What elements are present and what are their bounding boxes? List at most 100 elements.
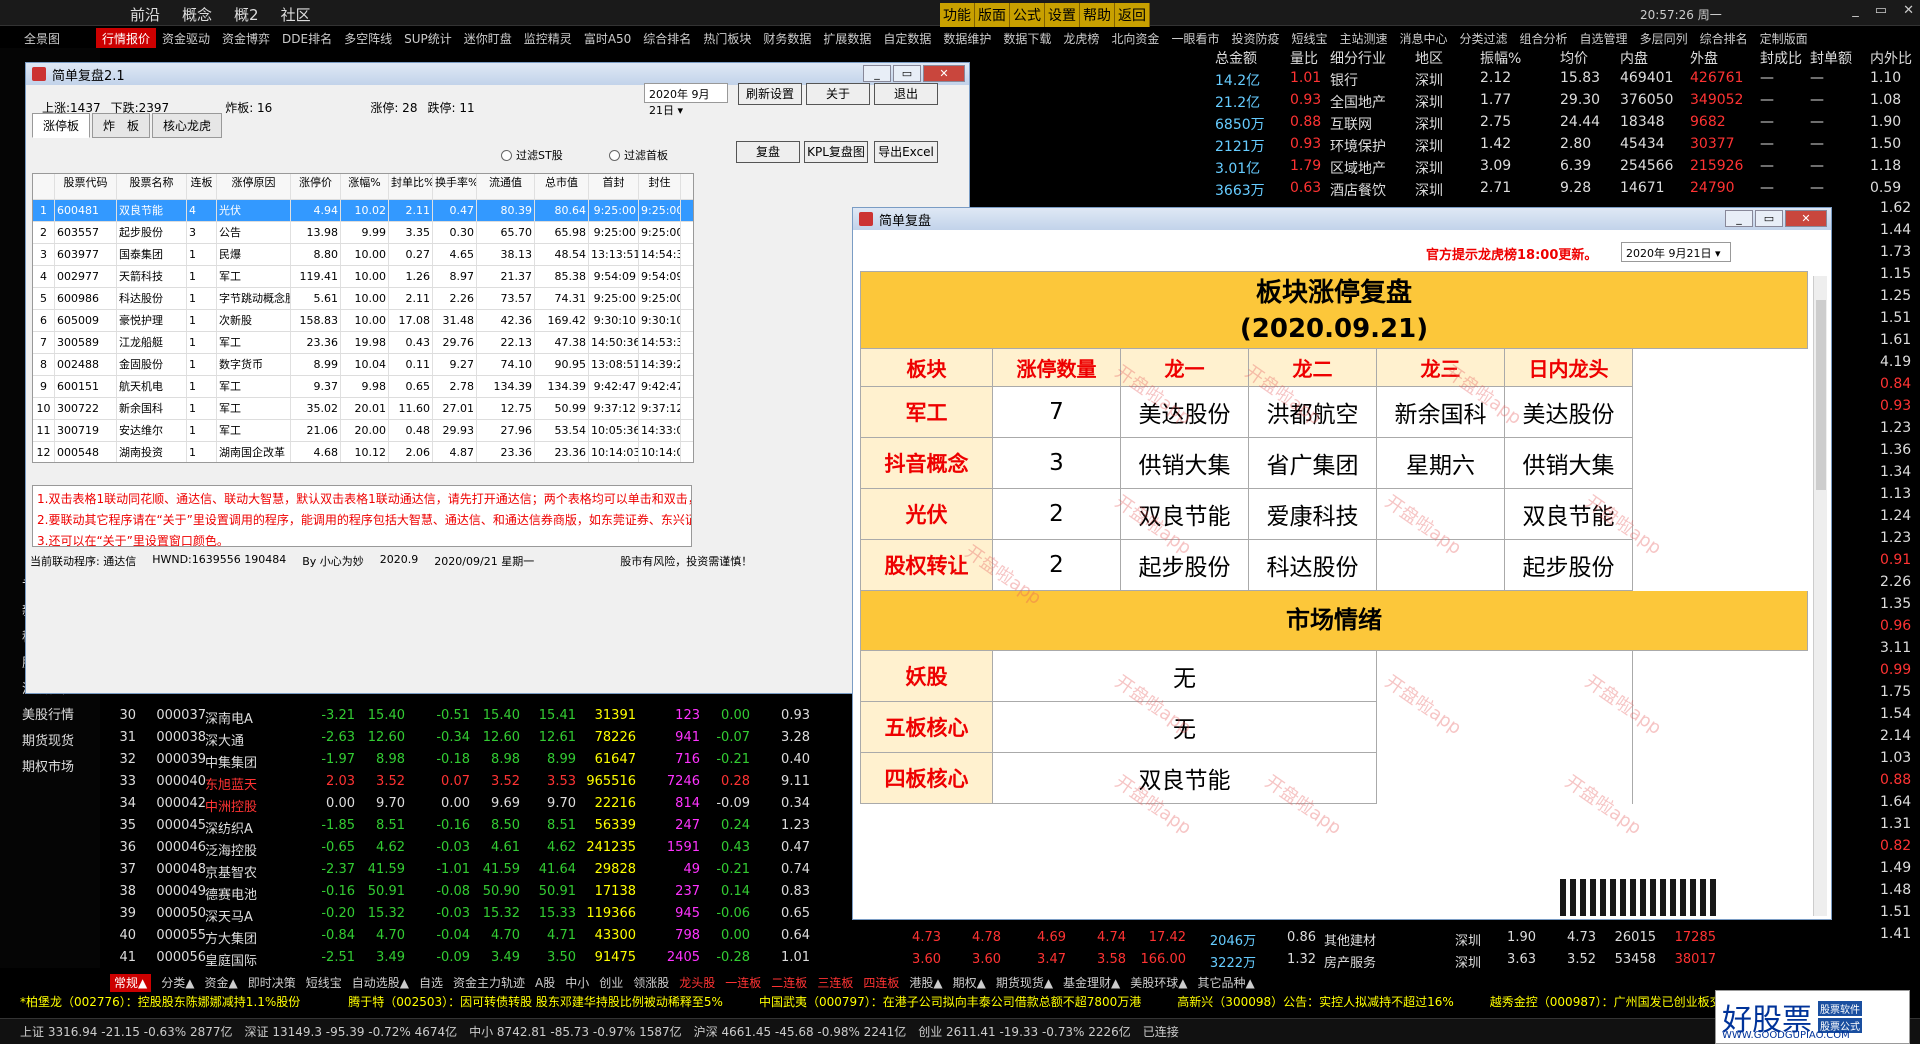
menu-tab[interactable]: 行情报价: [96, 28, 157, 48]
bottom-tab[interactable]: 自选: [419, 974, 443, 992]
bottom-tab[interactable]: 资金主力轨迹: [453, 974, 525, 992]
menu-tab[interactable]: 数据维护: [937, 28, 997, 48]
menu-tab[interactable]: 富时A50: [578, 28, 637, 48]
column-header[interactable]: [33, 174, 55, 199]
menu-tab[interactable]: 定制版面: [1754, 28, 1814, 48]
bottom-tab[interactable]: 短线宝: [306, 974, 342, 992]
window2-titlebar[interactable]: 简单复盘 _ ▭ ✕: [853, 208, 1831, 230]
refresh-settings-button[interactable]: 刷新设置: [738, 83, 802, 105]
menu-tab[interactable]: 综合排名: [637, 28, 697, 48]
table-row[interactable]: 2 603557 起步股份 3 公告 13.98 9.99 3.35 0.30 65.70 65.9…: [33, 222, 693, 244]
menu-tab[interactable]: 自定数据: [877, 28, 937, 48]
vertical-scrollbar[interactable]: [1813, 276, 1827, 916]
bottom-tab[interactable]: 常规▲: [110, 974, 152, 992]
scroll-thumb[interactable]: [1816, 300, 1826, 490]
maximize-icon[interactable]: ▭: [1875, 3, 1887, 18]
menu-tab[interactable]: 综合排名: [1694, 28, 1754, 48]
tab-limit-up[interactable]: 涨停板: [32, 113, 91, 138]
right-quote-row[interactable]: 6850万 0.88 互联网 深圳 2.75 24.44 18348 9682 — — 1.90: [1200, 114, 1920, 136]
menu-banmian[interactable]: 版面: [975, 3, 1010, 27]
board-row[interactable]: 抖音概念 3 供销大集 省广集团 星期六 供销大集: [860, 438, 1808, 489]
table-row[interactable]: 1 600481 双良节能 4 光伏 4.94 10.02 2.11 0.47 80.39 80.6…: [33, 200, 693, 222]
table-row[interactable]: 8 002488 金固股份 1 数字货币 8.99 10.04 0.11 9.27 74.10 90…: [33, 354, 693, 376]
window2-date-select[interactable]: 2020年 9月21日 ▾: [1621, 242, 1731, 262]
bottom-tab[interactable]: 中小: [565, 974, 589, 992]
bottom-tab[interactable]: 一连板: [725, 974, 761, 992]
menu-shezhi[interactable]: 设置: [1045, 3, 1080, 27]
bottom-tab[interactable]: 四连板: [863, 974, 899, 992]
sidebar-item[interactable]: 美股行情: [22, 704, 74, 723]
menu-tab[interactable]: 扩展数据: [817, 28, 877, 48]
menu-gongneng[interactable]: 功能: [940, 3, 975, 27]
menu-tab[interactable]: 一眼看市: [1165, 28, 1225, 48]
menu-fanhui[interactable]: 返回: [1115, 3, 1150, 27]
table-row[interactable]: 5 600986 科达股份 1 字节跳动概念股 5.61 10.00 2.11 2.26 73.5…: [33, 288, 693, 310]
maximize-icon[interactable]: ▭: [893, 65, 921, 82]
bottom-tab[interactable]: 期权▲: [953, 974, 986, 992]
menu-tab[interactable]: 监控精灵: [518, 28, 578, 48]
menu-tab[interactable]: 数据下载: [997, 28, 1057, 48]
menu-bangzhu[interactable]: 帮助: [1080, 3, 1115, 27]
nav-qianyan[interactable]: 前沿: [130, 4, 160, 25]
bottom-tab[interactable]: 期货现货▲: [996, 974, 1053, 992]
sidebar-item[interactable]: 期货现货: [22, 730, 74, 749]
bottom-tab[interactable]: 即时决策: [248, 974, 296, 992]
table-row[interactable]: 3 603977 国泰集团 1 民爆 8.80 10.00 0.27 4.65 38.13 48.5…: [33, 244, 693, 266]
close-icon[interactable]: ✕: [1903, 3, 1914, 18]
column-header[interactable]: 涨停价: [291, 174, 341, 199]
right-quote-row[interactable]: 3.01亿 1.79 区域地产 深圳 3.09 6.39 254566 215926 — — 1.1…: [1200, 158, 1920, 180]
column-header[interactable]: 涨幅%: [341, 174, 389, 199]
right-quote-row[interactable]: 21.2亿 0.93 全国地产 深圳 1.77 29.30 376050 349052 — — 1.…: [1200, 92, 1920, 114]
menu-tab[interactable]: 短线宝: [1285, 28, 1333, 48]
menu-tab[interactable]: 迷你盯盘: [458, 28, 518, 48]
bottom-tab[interactable]: 资金▲: [204, 974, 237, 992]
right-quote-row[interactable]: 2121万 0.93 环境保护 深圳 1.42 2.80 45434 30377 — — 1.50: [1200, 136, 1920, 158]
table-row[interactable]: 6 605009 豪悦护理 1 次新股 158.83 10.00 17.08 31.48 42.3…: [33, 310, 693, 332]
bottom-tab[interactable]: 港股▲: [909, 974, 942, 992]
bottom-tab[interactable]: 基金理财▲: [1063, 974, 1120, 992]
window1-titlebar[interactable]: 简单复盘2.1 _ ▭ ✕: [26, 63, 969, 85]
menu-tab[interactable]: 组合分析: [1514, 28, 1574, 48]
board-row[interactable]: 军工 7 美达股份 洪都航空 新余国科 美达股份: [860, 387, 1808, 438]
sidebar-item[interactable]: 期权市场: [22, 756, 74, 775]
bottom-tab[interactable]: 龙头股: [679, 974, 715, 992]
table-row[interactable]: 7 300589 江龙船艇 1 军工 23.36 19.98 0.43 29.76 22.13 47…: [33, 332, 693, 354]
menu-tab[interactable]: 北向资金: [1105, 28, 1165, 48]
column-header[interactable]: 封单比%: [389, 174, 433, 199]
table-row[interactable]: 4 002977 天箭科技 1 军工 119.41 10.00 1.26 8.97 21.37 85…: [33, 266, 693, 288]
bottom-tab[interactable]: 自动选股▲: [352, 974, 409, 992]
filter-st-checkbox[interactable]: 过滤ST股: [501, 147, 563, 163]
date-select[interactable]: 2020年 9月21日 ▾: [644, 83, 728, 117]
kpl-chart-button[interactable]: KPL复盘图: [804, 141, 868, 163]
column-header[interactable]: 连板: [187, 174, 217, 199]
bottom-tab[interactable]: 领涨股: [633, 974, 669, 992]
column-header[interactable]: 股票代码: [55, 174, 117, 199]
nav-gai2[interactable]: 概2: [234, 4, 259, 25]
about-button[interactable]: 关于: [806, 83, 870, 105]
menu-tab[interactable]: 龙虎榜: [1057, 28, 1105, 48]
table-row[interactable]: 9 600151 航天机电 1 军工 9.37 9.98 0.65 2.78 134.39 134.…: [33, 376, 693, 398]
filter-first-board-checkbox[interactable]: 过滤首板: [609, 147, 668, 163]
close-icon[interactable]: ✕: [1785, 210, 1827, 227]
right-quote-row[interactable]: 3663万 0.63 酒店餐饮 深圳 2.71 9.28 14671 24790 — — 0.59: [1200, 180, 1920, 202]
menu-tab[interactable]: 资金驱动: [156, 28, 216, 48]
menu-tab[interactable]: 多空阵线: [338, 28, 398, 48]
table-row[interactable]: 10 300722 新余国科 1 军工 35.02 20.01 11.60 27.01 12.75…: [33, 398, 693, 420]
close-icon[interactable]: ✕: [923, 65, 965, 82]
export-excel-button[interactable]: 导出Excel: [874, 141, 938, 163]
nav-gainian[interactable]: 概念: [182, 4, 212, 25]
minimize-icon[interactable]: _: [1852, 3, 1859, 18]
tab-core-lhb[interactable]: 核心龙虎: [152, 113, 223, 138]
right-quote-row[interactable]: 14.2亿 1.01 银行 深圳 2.12 15.83 469401 426761 — — 1.10: [1200, 70, 1920, 92]
menu-tab[interactable]: DDE排名: [276, 28, 338, 48]
bottom-tab[interactable]: 三连板: [817, 974, 853, 992]
board-row[interactable]: 股权转让 2 起步股份 科达股份 起步股份: [860, 540, 1808, 591]
menu-tab[interactable]: 分类过滤: [1454, 28, 1514, 48]
minimize-icon[interactable]: _: [863, 65, 891, 82]
menu-tab[interactable]: 资金博弈: [216, 28, 276, 48]
nav-shequ[interactable]: 社区: [281, 4, 311, 25]
replay-button[interactable]: 复盘: [736, 141, 800, 163]
menu-tab[interactable]: 财务数据: [757, 28, 817, 48]
column-header[interactable]: 涨停原因: [217, 174, 291, 199]
column-header[interactable]: 流通值: [477, 174, 535, 199]
